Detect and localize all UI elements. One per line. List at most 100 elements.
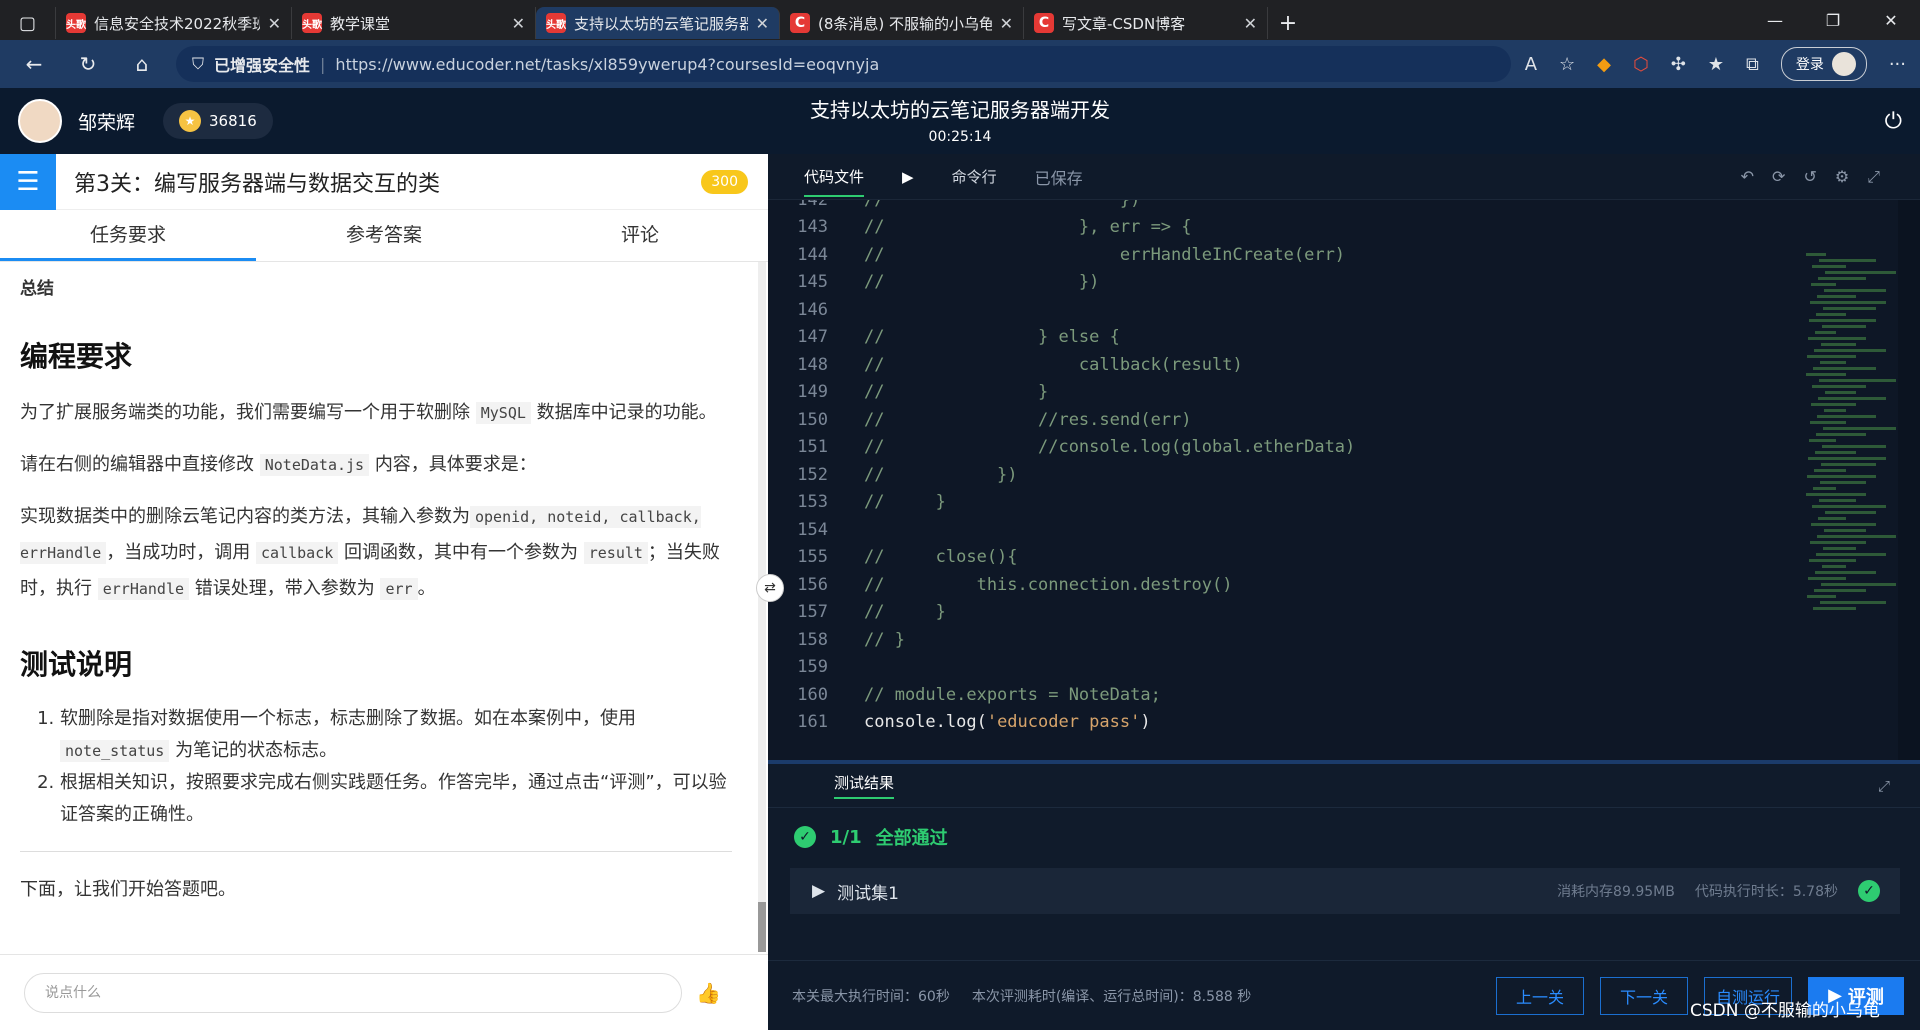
tab-title: 写文章-CSDN博客 — [1062, 14, 1186, 33]
stage-title: 第3关：编写服务器端与数据交互的类 — [74, 171, 440, 197]
security-label: 已增强安全性 — [214, 56, 311, 75]
code-line: 144// errHandleInCreate(err) — [797, 244, 1346, 265]
check-circle-icon: ✓ — [794, 826, 816, 848]
memory-usage: 消耗内存89.95MB — [1557, 884, 1675, 900]
tab-comments[interactable]: 评论 — [512, 210, 768, 261]
closing-text: 下面，让我们开始答题吧。 — [20, 879, 236, 900]
results-header: 测试结果 ⤢ — [768, 764, 1920, 808]
run-triangle-icon[interactable]: ▶ — [902, 168, 914, 186]
editor-tools: ↶ ⟳ ↺ ⚙ ⤢ — [1741, 167, 1880, 187]
comment-bar: 说点什么 👍 — [0, 954, 768, 1030]
login-label: 登录 — [1795, 57, 1824, 73]
new-tab-button[interactable]: + — [1268, 7, 1308, 39]
refresh-icon[interactable]: ↻ — [68, 52, 108, 76]
minimize-icon[interactable]: — — [1746, 11, 1804, 30]
shield-icon: ⛉ — [192, 54, 205, 73]
url-text: https://www.educoder.net/tasks/xl859ywer… — [335, 54, 880, 74]
csdn-watermark: CSDN @不服输的小乌龟 — [1690, 1001, 1880, 1021]
thumbs-up-icon[interactable]: 👍 — [696, 981, 721, 1005]
browser-tab-2[interactable]: 头歌 教学课堂 ✕ — [292, 7, 536, 39]
code-editor[interactable]: 142// }) 143// }, err => {144// errHandle… — [768, 200, 1898, 760]
close-tab-icon[interactable]: ✕ — [1244, 14, 1257, 33]
paragraph: 为了扩展服务端类的功能，我们需要编写一个用于软删除 MySQL 数据库中记录的功… — [20, 402, 717, 424]
fullscreen-icon[interactable]: ⤢ — [1867, 167, 1880, 187]
task-content: 总结 编程要求 为了扩展服务端类的功能，我们需要编写一个用于软删除 MySQL … — [0, 262, 752, 952]
programming-requirements-heading: 编程要求 — [20, 340, 133, 373]
code-line: 158// } — [797, 629, 905, 650]
paragraph: 实现数据类中的删除云笔记内容的类方法，其输入参数为 openid, noteid,… — [20, 506, 720, 600]
tab-title: 信息安全技术2022秋季班级 — [94, 14, 260, 33]
tab-terminal[interactable]: 命令行 — [952, 166, 997, 187]
window-controls: — ❐ ✕ — [1746, 11, 1920, 30]
next-stage-button[interactable]: 下一关 — [1600, 976, 1688, 1015]
test-description-heading: 测试说明 — [20, 648, 133, 681]
tab-actions-icon[interactable]: ▢ — [0, 7, 56, 39]
tab-task-requirements[interactable]: 任务要求 — [0, 210, 256, 261]
close-tab-icon[interactable]: ✕ — [756, 14, 769, 33]
app-header: 邹荣辉 ★ 36816 支持以太坊的云笔记服务器端开发 00:25:14 ⏻ — [0, 88, 1920, 154]
close-tab-icon[interactable]: ✕ — [512, 14, 525, 33]
paragraph: 请在右侧的编辑器中直接修改 NoteData.js 内容，具体要求是： — [20, 454, 537, 476]
code-line: 156// this.connection.destroy() — [797, 574, 1233, 595]
prev-stage-button[interactable]: 上一关 — [1496, 976, 1584, 1015]
code-minimap[interactable] — [1806, 250, 1896, 630]
close-window-icon[interactable]: ✕ — [1862, 11, 1920, 30]
back-icon[interactable]: ← — [14, 52, 54, 76]
favorites-icon[interactable]: ★ — [1708, 54, 1724, 75]
tab-code-file[interactable]: 代码文件 — [804, 166, 865, 197]
profile-avatar — [1831, 52, 1856, 76]
browser-tab-5[interactable]: C 写文章-CSDN博客 ✕ — [1024, 7, 1268, 39]
test-case-meta: 消耗内存89.95MB 代码执行时长：5.78秒 ✓ — [1557, 880, 1900, 902]
extension-color-icon[interactable]: ◆ — [1597, 54, 1611, 75]
extension-red-icon[interactable]: ⬡ — [1633, 54, 1649, 75]
code-line: 153// } — [797, 492, 946, 513]
home-icon[interactable]: ⌂ — [122, 52, 162, 76]
favorite-add-icon[interactable]: ☆ — [1559, 54, 1575, 75]
caret-right-icon: ▶ — [812, 881, 826, 901]
undo-icon[interactable]: ↶ — [1741, 167, 1754, 187]
code-line: 151// //console.log(global.etherData) — [797, 437, 1356, 458]
browser-tab-1[interactable]: 头歌 信息安全技术2022秋季班级 ✕ — [56, 7, 292, 39]
comment-input[interactable]: 说点什么 — [24, 972, 682, 1013]
test-case-row[interactable]: ▶ 测试集1 消耗内存89.95MB 代码执行时长：5.78秒 ✓ — [790, 868, 1900, 914]
code-line: 150// //res.send(err) — [797, 409, 1192, 430]
profile-login-button[interactable]: 登录 — [1780, 47, 1867, 81]
collections-icon[interactable]: ⧉ — [1746, 54, 1759, 75]
read-aloud-icon[interactable]: A — [1525, 54, 1537, 75]
code-line: 143// }, err => { — [797, 217, 1192, 238]
editor-scrollbar[interactable] — [1898, 200, 1920, 760]
browser-tab-3-active[interactable]: 头歌 支持以太坊的云笔记服务器端开发 ✕ — [536, 7, 780, 39]
csdn-favicon-icon: C — [790, 13, 810, 33]
sync-icon[interactable]: ⟳ — [1772, 167, 1785, 187]
code-line: 155// close(){ — [797, 547, 1018, 568]
score-badge: 300 — [701, 169, 748, 194]
elapsed-timer: 00:25:14 — [928, 129, 992, 145]
more-menu-icon[interactable]: ··· — [1889, 54, 1906, 75]
course-title-block: 支持以太坊的云笔记服务器端开发 00:25:14 — [0, 94, 1920, 145]
educoder-favicon-icon: 头歌 — [546, 13, 566, 33]
tab-reference-answer[interactable]: 参考答案 — [256, 210, 512, 261]
code-line: 161 console.log('educoder pass') — [797, 712, 1151, 733]
code-line: 147// } else { — [797, 327, 1120, 348]
url-field[interactable]: ⛉ 已增强安全性 | https://www.educoder.net/task… — [176, 46, 1511, 82]
panel-resize-handle-icon[interactable]: ⇄ — [756, 574, 784, 602]
extensions-icon[interactable]: ✣ — [1671, 54, 1686, 75]
reset-icon[interactable]: ↺ — [1803, 167, 1816, 187]
close-tab-icon[interactable]: ✕ — [1000, 14, 1013, 33]
tab-title: (8条消息) 不服输的小乌龟的博客 — [818, 14, 992, 33]
expand-icon[interactable]: ⤢ — [1878, 777, 1890, 795]
editor-toolbar: 代码文件 ▶ 命令行 已保存 ↶ ⟳ ↺ ⚙ ⤢ — [768, 154, 1920, 200]
settings-gear-icon[interactable]: ⚙ — [1835, 167, 1849, 187]
editor-panel: 代码文件 ▶ 命令行 已保存 ↶ ⟳ ↺ ⚙ ⤢ 142// }) 143// }… — [768, 154, 1920, 1030]
code-line: 159 — [797, 657, 828, 678]
menu-icon[interactable]: ☰ — [0, 153, 56, 210]
test-list: 软删除是指对数据使用一个标志，标志删除了数据。如在本案例中，使用 note_st… — [20, 703, 732, 831]
test-results-panel: 测试结果 ⤢ ✓ 1/1 全部通过 ▶ 测试集1 消耗内存89.95MB 代码执… — [768, 764, 1920, 960]
browser-tab-4[interactable]: C (8条消息) 不服输的小乌龟的博客 ✕ — [780, 7, 1024, 39]
maximize-icon[interactable]: ❐ — [1804, 11, 1862, 30]
list-item: 软删除是指对数据使用一个标志，标志删除了数据。如在本案例中，使用 note_st… — [60, 703, 732, 767]
close-tab-icon[interactable]: ✕ — [268, 14, 281, 33]
left-scrollbar[interactable] — [758, 262, 766, 952]
browser-toolbar-right: A ☆ ◆ ⬡ ✣ ★ ⧉ 登录 ··· — [1525, 47, 1906, 81]
code-line: 157// } — [797, 602, 946, 623]
